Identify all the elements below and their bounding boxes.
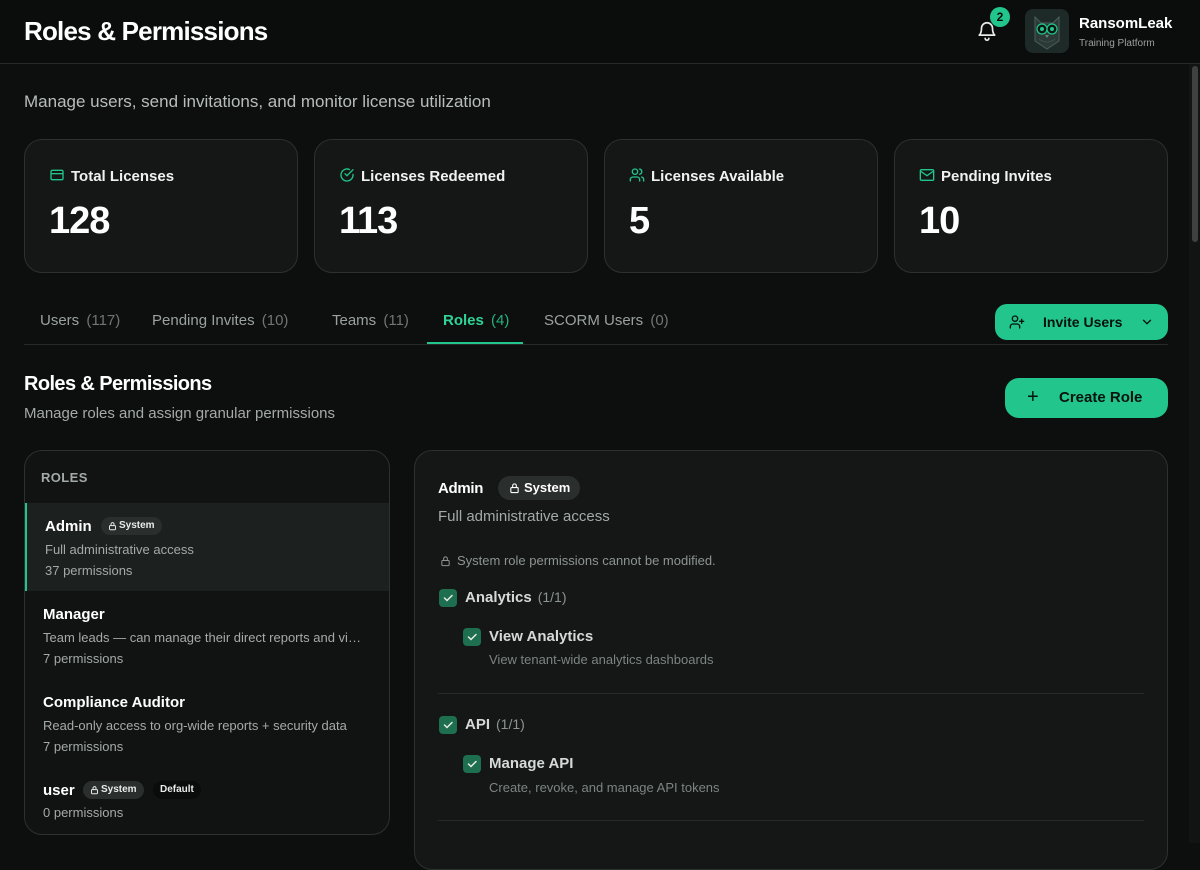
user-plus-icon	[1009, 315, 1025, 329]
check-icon	[467, 633, 477, 641]
chevron-down-icon	[1142, 319, 1152, 325]
group-checkbox-analytics[interactable]	[439, 589, 457, 607]
group-checkbox-api[interactable]	[439, 716, 457, 734]
scrollbar-thumb[interactable]	[1192, 66, 1198, 242]
lock-icon	[91, 786, 98, 795]
stat-card-pending-invites: Pending Invites 10	[894, 139, 1168, 273]
divider	[438, 693, 1144, 694]
tab-roles[interactable]: Roles (4)	[443, 312, 509, 329]
page-subtitle: Manage users, send invitations, and moni…	[24, 92, 491, 111]
avatar[interactable]	[1025, 9, 1069, 53]
stat-value: 128	[49, 200, 110, 242]
permission-name: Manage API	[489, 755, 574, 772]
stat-label: Licenses Redeemed	[361, 168, 506, 185]
check-circle-icon	[340, 168, 354, 182]
default-badge: Default	[153, 781, 201, 799]
role-permission-count: 37 permissions	[45, 563, 133, 578]
stat-label: Total Licenses	[71, 168, 175, 185]
system-badge: System	[101, 517, 162, 535]
role-name: Manager	[43, 606, 105, 623]
permission-description: View tenant-wide analytics dashboards	[489, 652, 714, 667]
role-name: Admin	[45, 518, 92, 535]
active-tab-indicator	[427, 342, 523, 344]
stat-card-licenses-redeemed: Licenses Redeemed 113	[314, 139, 588, 273]
role-description: Full administrative access	[45, 542, 194, 557]
mail-icon	[919, 169, 935, 181]
stat-card-total-licenses: Total Licenses 128	[24, 139, 298, 273]
stat-value: 113	[339, 200, 398, 242]
top-bar: Roles & Permissions 2 RansomLeak Trainin…	[0, 0, 1200, 64]
lock-icon	[109, 522, 116, 531]
permission-checkbox-view-analytics[interactable]	[463, 628, 481, 646]
permission-description: Create, revoke, and manage API tokens	[489, 780, 720, 795]
page-title: Roles & Permissions	[24, 16, 268, 46]
brand-name: RansomLeak	[1079, 15, 1173, 32]
roles-heading: ROLES	[41, 470, 88, 485]
plus-icon: +	[1027, 386, 1039, 408]
section-subtitle: Manage roles and assign granular permiss…	[24, 405, 336, 422]
check-icon	[443, 721, 453, 729]
role-description: Read-only access to org-wide reports + s…	[43, 718, 347, 733]
stat-card-licenses-available: Licenses Available 5	[604, 139, 878, 273]
stat-value: 5	[629, 200, 650, 242]
group-label-api: API (1/1)	[465, 716, 525, 733]
brand-subtitle: Training Platform	[1079, 38, 1155, 49]
check-icon	[467, 760, 477, 768]
role-permission-count: 0 permissions	[43, 805, 124, 820]
role-name: user	[43, 782, 75, 799]
tab-pending-invites[interactable]: Pending Invites (10)	[152, 312, 288, 329]
system-badge: System	[498, 476, 581, 500]
system-badge: System	[83, 781, 144, 799]
role-detail-title: Admin	[438, 480, 484, 497]
tab-teams[interactable]: Teams (11)	[332, 312, 409, 329]
stat-label: Pending Invites	[941, 168, 1052, 185]
permission-name: View Analytics	[489, 628, 594, 645]
invite-users-label: Invite Users	[1043, 314, 1123, 330]
roles-panel: ROLES Admin System Full administrative a…	[24, 450, 390, 835]
role-detail-panel: Admin System Full administrative access …	[414, 450, 1168, 870]
role-description: Team leads — can manage their direct rep…	[43, 630, 363, 645]
permission-checkbox-manage-api[interactable]	[463, 755, 481, 773]
role-permission-count: 7 permissions	[43, 651, 124, 666]
role-item-compliance-auditor[interactable]: Compliance Auditor Read-only access to o…	[25, 679, 389, 767]
role-permission-count: 7 permissions	[43, 739, 124, 754]
section-title: Roles & Permissions	[24, 373, 212, 395]
system-role-note: System role permissions cannot be modifi…	[457, 553, 716, 568]
tab-users[interactable]: Users (117)	[40, 312, 120, 329]
role-item-manager[interactable]: Manager Team leads — can manage their di…	[25, 591, 389, 679]
divider	[438, 820, 1144, 821]
create-role-button[interactable]: + Create Role	[1005, 378, 1168, 418]
group-label-analytics: Analytics (1/1)	[465, 589, 567, 606]
check-icon	[443, 594, 453, 602]
lock-icon	[441, 556, 450, 567]
tab-scorm-users[interactable]: SCORM Users (0)	[544, 312, 669, 329]
stat-label: Licenses Available	[651, 168, 785, 185]
users-icon	[629, 168, 645, 182]
role-item-user[interactable]: user System Default 0 permissions	[25, 767, 389, 834]
lock-icon	[510, 483, 519, 494]
role-name: Compliance Auditor	[43, 694, 185, 711]
role-detail-subtitle: Full administrative access	[438, 508, 610, 525]
role-item-admin[interactable]: Admin System Full administrative access …	[25, 503, 389, 591]
card-icon	[50, 169, 64, 181]
notification-badge: 2	[990, 7, 1010, 27]
stat-value: 10	[919, 200, 960, 242]
owl-logo-icon	[1034, 15, 1060, 50]
create-role-label: Create Role	[1059, 389, 1143, 406]
invite-users-button[interactable]: Invite Users	[995, 304, 1168, 340]
